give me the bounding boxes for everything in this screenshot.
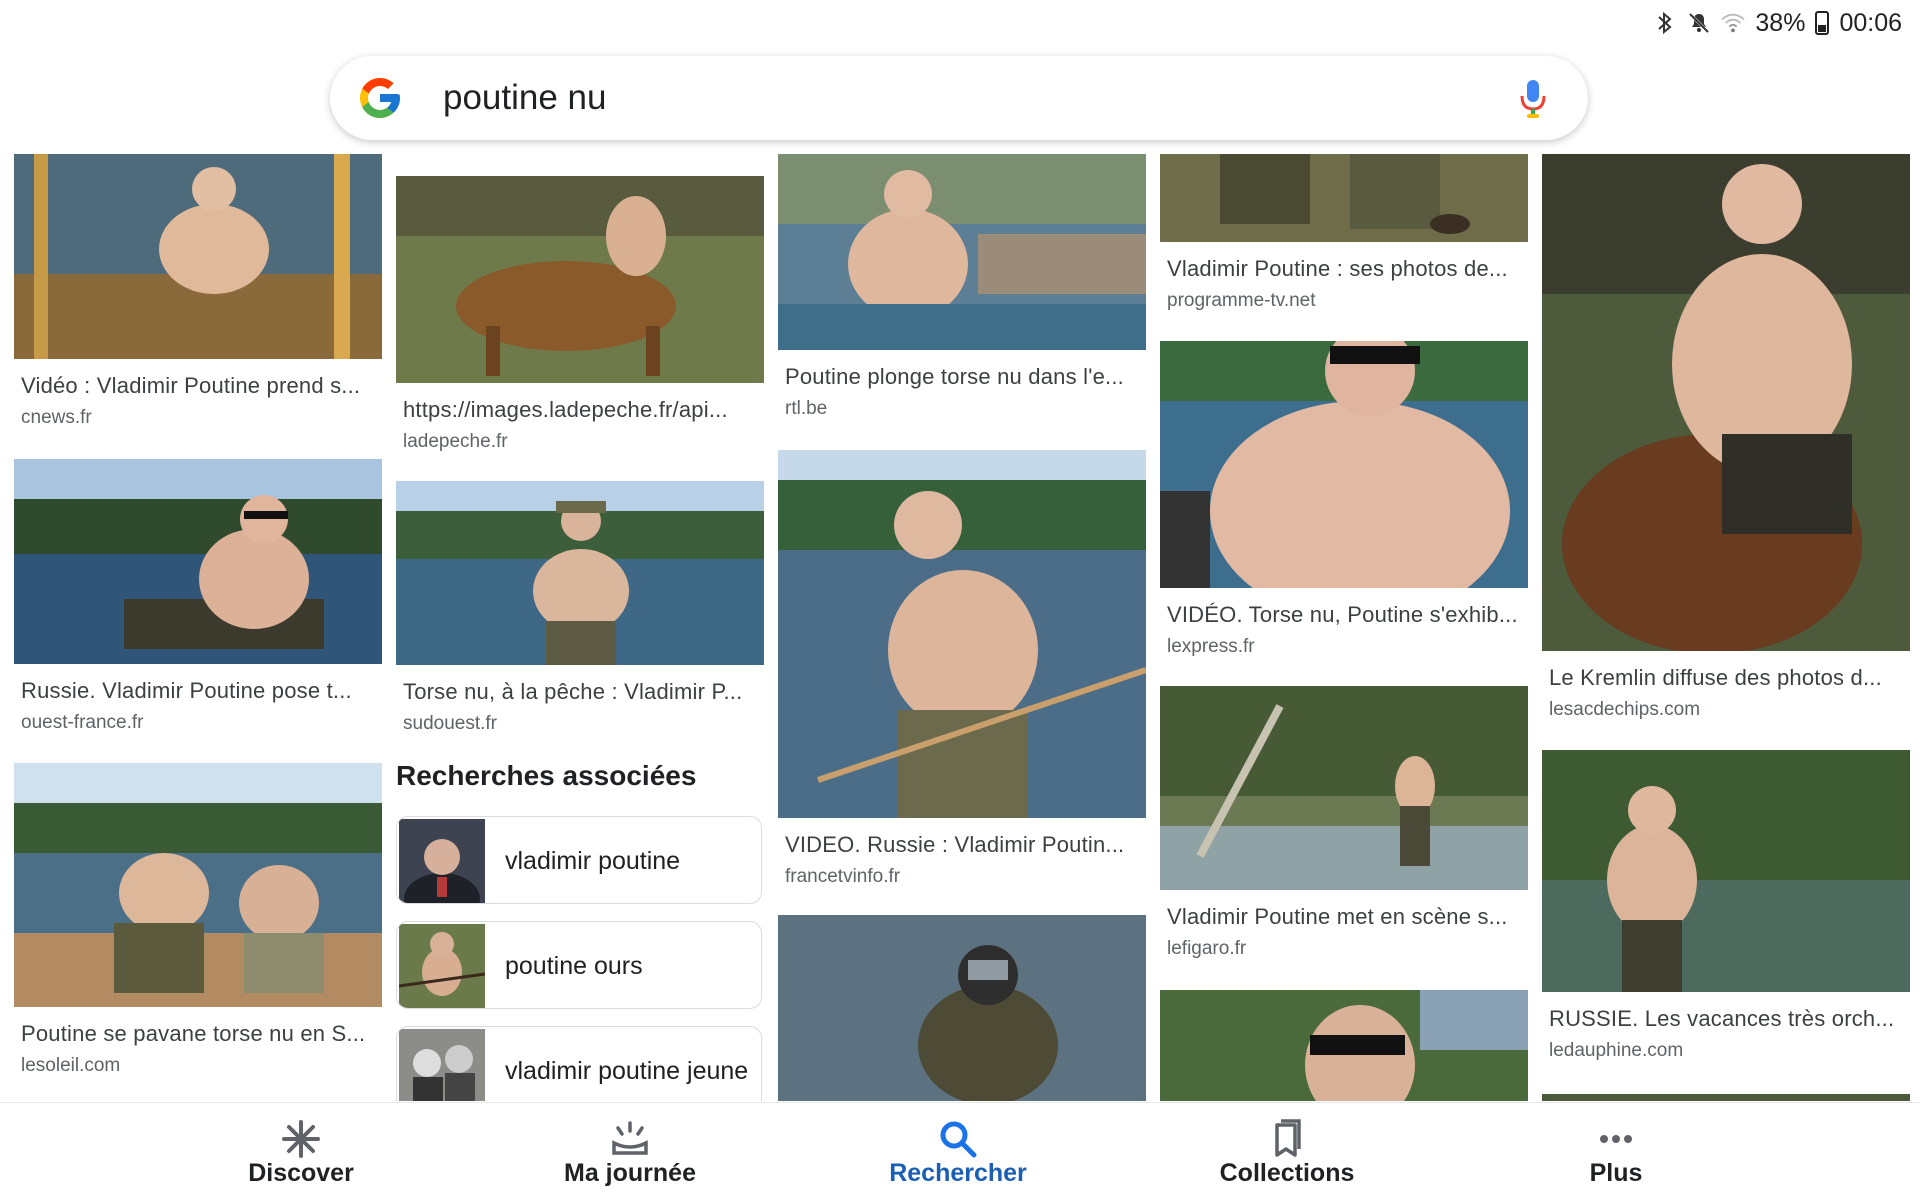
result-caption: Vidéo : Vladimir Poutine prend s... — [21, 373, 361, 398]
nav-plus[interactable]: Plus — [1496, 1103, 1736, 1201]
result-thumbnail[interactable] — [778, 154, 1146, 350]
results-column-1: Vidéo : Vladimir Poutine prend s... cnew… — [14, 154, 382, 1101]
result-source: lefigaro.fr — [1167, 938, 1247, 959]
result-thumbnail[interactable] — [14, 154, 382, 359]
result-caption: Le Kremlin diffuse des photos d... — [1549, 665, 1882, 690]
related-search-chip[interactable]: vladimir poutine jeune — [396, 1026, 762, 1101]
result-source: ouest-france.fr — [21, 712, 144, 733]
image-result-card[interactable] — [1160, 990, 1528, 1101]
result-source: lexpress.fr — [1167, 636, 1255, 657]
nav-rechercher[interactable]: Rechercher — [838, 1103, 1078, 1201]
results-column-4: Vladimir Poutine : ses photos de... prog… — [1160, 154, 1528, 1101]
image-results-grid: Vidéo : Vladimir Poutine prend s... cnew… — [0, 154, 1920, 1101]
related-searches-title: Recherches associées — [396, 760, 697, 791]
asterisk-icon — [282, 1120, 320, 1158]
result-caption: Vladimir Poutine met en scène s... — [1167, 904, 1508, 929]
chip-label: vladimir poutine — [505, 847, 681, 875]
result-thumbnail[interactable] — [1160, 154, 1528, 242]
result-source: lesacdechips.com — [1549, 699, 1701, 720]
result-thumbnail[interactable] — [1542, 154, 1910, 651]
result-caption: RUSSIE. Les vacances très orch... — [1549, 1006, 1895, 1031]
result-caption: Poutine se pavane torse nu en S... — [21, 1021, 366, 1046]
more-icon — [1600, 1135, 1632, 1143]
wifi-icon — [1721, 11, 1746, 35]
related-search-chip[interactable]: poutine ours — [396, 921, 762, 1009]
result-caption: Russie. Vladimir Poutine pose t... — [21, 678, 352, 703]
result-thumbnail[interactable] — [778, 915, 1146, 1101]
related-search-chip[interactable]: vladimir poutine — [396, 816, 762, 904]
search-bar[interactable]: poutine nu — [330, 56, 1588, 140]
result-source: ladepeche.fr — [403, 431, 508, 452]
nav-collections[interactable]: Collections — [1167, 1103, 1407, 1201]
status-bar: 38% 00:06 — [1653, 6, 1902, 40]
image-result-card[interactable] — [1542, 1091, 1910, 1101]
battery-icon — [1815, 11, 1830, 35]
result-source: programme-tv.net — [1167, 290, 1316, 311]
result-source: rtl.be — [785, 398, 828, 419]
mic-icon[interactable] — [1518, 78, 1548, 120]
result-caption: Vladimir Poutine : ses photos de... — [1167, 256, 1508, 281]
chip-thumbnail — [399, 924, 485, 1008]
image-result-card[interactable]: Poutine plonge torse nu dans l'e... rtl.… — [778, 154, 1146, 420]
image-result-card[interactable]: Vladimir Poutine : ses photos de... prog… — [1160, 154, 1528, 312]
result-source: ledauphine.com — [1549, 1040, 1684, 1061]
image-result-card[interactable]: VIDÉO. Torse nu, Poutine s'exhib... lexp… — [1160, 341, 1528, 658]
result-thumbnail[interactable] — [1160, 341, 1528, 588]
search-icon — [940, 1121, 977, 1158]
nav-discover[interactable]: Discover — [181, 1103, 421, 1201]
search-input[interactable]: poutine nu — [443, 78, 606, 118]
nav-label: Discover — [248, 1159, 354, 1187]
image-result-card[interactable]: Vidéo : Vladimir Poutine prend s... cnew… — [14, 154, 382, 429]
result-thumbnail[interactable] — [1160, 686, 1528, 890]
result-thumbnail[interactable] — [778, 450, 1146, 818]
image-result-card[interactable]: Vladimir Poutine met en scène s... lefig… — [1160, 686, 1528, 960]
image-result-card[interactable]: RUSSIE. Les vacances très orch... ledaup… — [1542, 750, 1910, 1062]
image-result-card[interactable] — [778, 915, 1146, 1101]
google-logo — [360, 78, 400, 118]
image-result-card[interactable]: https://images.ladepeche.fr/api... ladep… — [396, 176, 764, 453]
mute-icon — [1687, 11, 1711, 35]
result-thumbnail[interactable] — [14, 459, 382, 664]
result-caption: Torse nu, à la pêche : Vladimir P... — [403, 679, 743, 704]
results-column-5: Le Kremlin diffuse des photos d... lesac… — [1542, 154, 1910, 1101]
nav-label: Plus — [1589, 1159, 1643, 1187]
result-source: lesoleil.com — [21, 1055, 121, 1076]
result-thumbnail[interactable] — [396, 176, 764, 383]
result-thumbnail[interactable] — [1542, 1091, 1910, 1101]
bookmark-icon — [1275, 1119, 1301, 1157]
result-caption: VIDÉO. Torse nu, Poutine s'exhib... — [1167, 602, 1518, 627]
nav-label: Collections — [1219, 1159, 1355, 1187]
result-source: francetvinfo.fr — [785, 866, 901, 887]
result-caption: https://images.ladepeche.fr/api... — [403, 397, 728, 422]
sunrise-icon — [612, 1121, 648, 1155]
nav-label: Ma journée — [564, 1159, 696, 1187]
result-thumbnail[interactable] — [396, 481, 764, 665]
result-caption: VIDEO. Russie : Vladimir Poutin... — [785, 832, 1125, 857]
battery-percent: 38% — [1755, 8, 1806, 37]
result-caption: Poutine plonge torse nu dans l'e... — [785, 364, 1124, 389]
image-result-card[interactable]: Russie. Vladimir Poutine pose t... ouest… — [14, 459, 382, 734]
nav-label: Rechercher — [889, 1159, 1027, 1187]
image-result-card[interactable]: Le Kremlin diffuse des photos d... lesac… — [1542, 154, 1910, 721]
clock: 00:06 — [1839, 8, 1902, 37]
image-result-card[interactable]: Poutine se pavane torse nu en S... lesol… — [14, 763, 382, 1077]
result-source: sudouest.fr — [403, 713, 497, 734]
chip-label: vladimir poutine jeune — [505, 1057, 749, 1085]
image-result-card[interactable]: VIDEO. Russie : Vladimir Poutin... franc… — [778, 450, 1146, 888]
chip-thumbnail — [399, 819, 485, 903]
result-thumbnail[interactable] — [1542, 750, 1910, 992]
chip-label: poutine ours — [505, 952, 643, 980]
image-result-card[interactable]: Torse nu, à la pêche : Vladimir P... sud… — [396, 481, 764, 735]
bottom-navigation: Discover Ma journée Rechercher Collectio… — [0, 1102, 1920, 1201]
bluetooth-icon — [1653, 11, 1677, 35]
results-column-3: Poutine plonge torse nu dans l'e... rtl.… — [778, 154, 1146, 1101]
result-thumbnail[interactable] — [14, 763, 382, 1007]
chip-thumbnail — [399, 1029, 485, 1101]
result-thumbnail[interactable] — [1160, 990, 1528, 1101]
result-source: cnews.fr — [21, 407, 92, 428]
nav-ma-journee[interactable]: Ma journée — [510, 1103, 750, 1201]
